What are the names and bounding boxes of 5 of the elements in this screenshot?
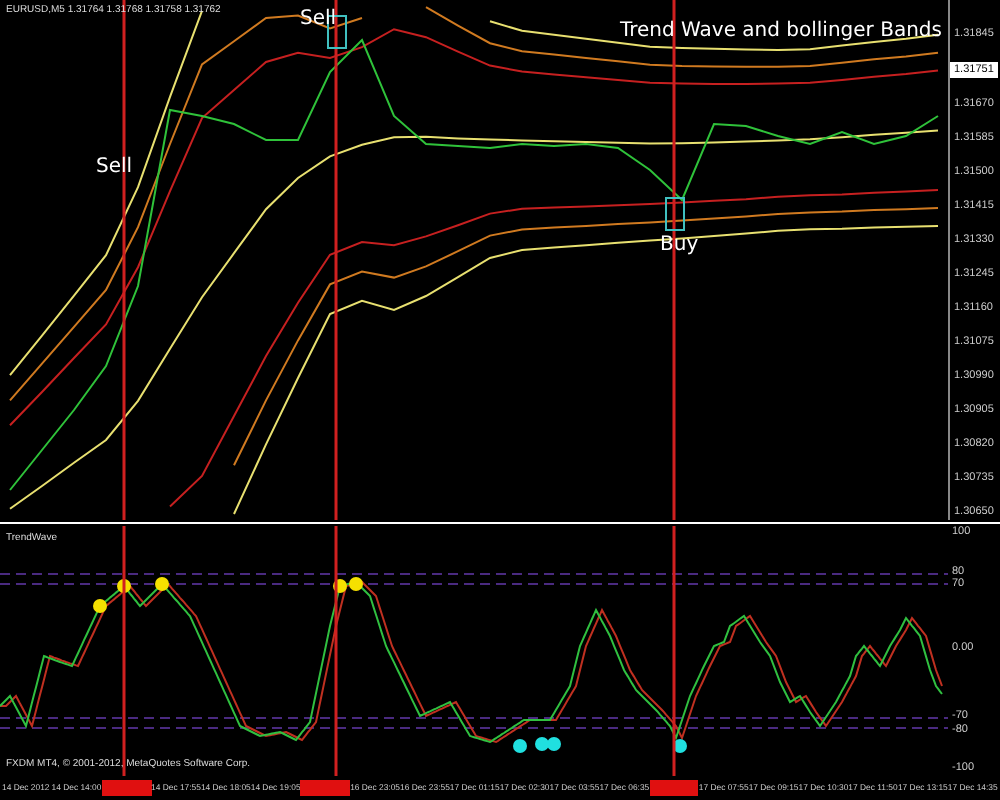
signal-box <box>665 197 685 231</box>
chart-caption: Trend Wave and bollinger Bands <box>620 20 942 42</box>
time-marker <box>101 779 152 795</box>
time-marker <box>300 779 351 795</box>
time-marker <box>649 779 699 795</box>
